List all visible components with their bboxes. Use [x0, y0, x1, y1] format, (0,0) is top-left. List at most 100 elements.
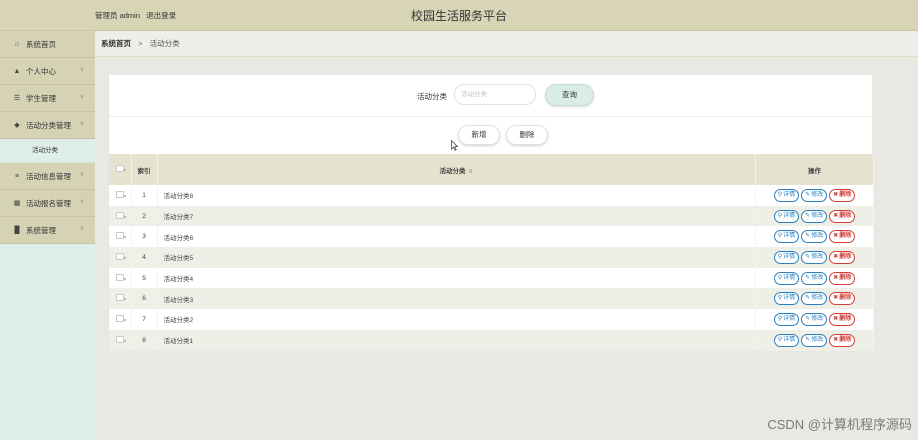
delete-button[interactable]: ✖删除 — [829, 333, 856, 347]
sidebar-item-student-management[interactable]: ☰ 学生管理 ∨ — [0, 85, 95, 112]
sidebar-subitem-category[interactable]: 活动分类 — [0, 139, 95, 163]
detail-button[interactable]: ⚲详情 — [773, 312, 800, 326]
checkbox-icon[interactable] — [115, 335, 126, 343]
header-ops: 操作 — [755, 154, 874, 185]
row-category: 活动分类1 — [157, 329, 756, 351]
delete-button[interactable]: ✖删除 — [829, 271, 856, 285]
delete-button[interactable]: ✖删除 — [829, 250, 856, 264]
close-icon: ✖ — [833, 212, 839, 219]
detail-button[interactable]: ⚲详情 — [773, 333, 800, 347]
delete-button[interactable]: ✖删除 — [829, 292, 856, 306]
checkbox-icon[interactable] — [115, 314, 126, 322]
edit-button[interactable]: ✎修改 — [801, 333, 828, 347]
search-bar: 活动分类 查询 — [109, 75, 872, 117]
chevron-down-icon: ∨ — [79, 199, 84, 205]
edit-label: 修改 — [811, 295, 824, 302]
checkbox-icon[interactable] — [115, 190, 126, 198]
sidebar-item-label: 学生管理 — [26, 93, 56, 103]
detail-label: 详情 — [783, 315, 796, 322]
sidebar-item-system[interactable]: █ 系统管理 ∨ — [0, 217, 95, 244]
batch-delete-button[interactable]: 删除 — [506, 125, 548, 145]
detail-button[interactable]: ⚲详情 — [773, 292, 800, 306]
pencil-icon: ✎ — [805, 295, 811, 302]
row-checkbox-cell[interactable] — [109, 226, 132, 248]
table-row: 4 活动分类5 ⚲详情 ✎修改 ✖删除 — [109, 247, 874, 268]
row-index: 4 — [131, 247, 158, 268]
pencil-icon: ✎ — [805, 191, 811, 198]
pencil-icon: ✎ — [805, 274, 811, 281]
row-actions: ⚲详情 ✎修改 ✖删除 — [755, 267, 874, 289]
chevron-down-icon: ∨ — [79, 226, 84, 232]
row-index: 2 — [131, 205, 158, 227]
search-icon: ⚲ — [777, 253, 783, 260]
close-icon: ✖ — [833, 274, 839, 281]
delete-button[interactable]: ✖删除 — [829, 312, 856, 326]
sidebar-item-label: 个人中心 — [26, 66, 56, 76]
edit-button[interactable]: ✎修改 — [801, 250, 828, 264]
row-checkbox-cell[interactable] — [109, 288, 132, 310]
checkbox-icon[interactable] — [115, 294, 126, 302]
checkbox-icon[interactable] — [115, 211, 126, 219]
sidebar-item-label: 活动信息管理 — [26, 171, 71, 181]
row-category: 活动分类4 — [157, 267, 756, 289]
app-title: 校园生活服务平台 — [410, 9, 507, 23]
edit-button[interactable]: ✎修改 — [801, 312, 828, 326]
delete-button[interactable]: ✖删除 — [829, 230, 856, 244]
breadcrumb-home[interactable]: 系统首页 — [101, 39, 131, 48]
row-checkbox-cell[interactable] — [109, 205, 132, 227]
row-actions: ⚲详情 ✎修改 ✖删除 — [755, 226, 874, 248]
edit-button[interactable]: ✎修改 — [801, 271, 828, 285]
row-checkbox-cell[interactable] — [109, 247, 132, 268]
detail-label: 详情 — [783, 253, 796, 260]
checkbox-icon[interactable] — [115, 165, 126, 172]
row-checkbox-cell[interactable] — [109, 267, 132, 289]
row-index: 1 — [131, 185, 158, 206]
checkbox-icon[interactable] — [115, 232, 126, 240]
row-checkbox-cell[interactable] — [109, 185, 132, 206]
row-checkbox-cell[interactable] — [109, 329, 132, 351]
header-select-all[interactable] — [109, 154, 132, 185]
detail-button[interactable]: ⚲详情 — [773, 188, 800, 202]
search-icon: ⚲ — [777, 212, 783, 219]
row-checkbox-cell[interactable] — [109, 309, 132, 330]
table-row: 8 活动分类1 ⚲详情 ✎修改 ✖删除 — [109, 329, 874, 351]
sidebar-item-personal-center[interactable]: ▲ 个人中心 ∨ — [0, 58, 95, 85]
delete-button[interactable]: ✖删除 — [829, 188, 856, 202]
sort-icon[interactable]: ⇅ — [468, 169, 473, 175]
bank-icon: ▦ — [13, 200, 21, 207]
pencil-icon: ✎ — [805, 315, 811, 322]
delete-button[interactable]: ✖删除 — [829, 209, 856, 223]
edit-button[interactable]: ✎修改 — [801, 209, 828, 223]
sidebar-item-home[interactable]: ⌂ 系统首页 — [0, 31, 95, 58]
query-button[interactable]: 查询 — [545, 84, 594, 106]
search-icon: ⚲ — [777, 191, 783, 198]
edit-button[interactable]: ✎修改 — [801, 188, 828, 202]
checkbox-icon[interactable] — [115, 252, 126, 260]
detail-button[interactable]: ⚲详情 — [773, 250, 800, 264]
sidebar-item-registration[interactable]: ▦ 活动报名管理 ∨ — [0, 190, 95, 217]
close-icon: ✖ — [833, 191, 839, 198]
sidebar-item-label: 系统首页 — [26, 39, 56, 49]
row-actions: ⚲详情 ✎修改 ✖删除 — [755, 185, 874, 206]
pencil-icon: ✎ — [805, 336, 811, 343]
edit-button[interactable]: ✎修改 — [801, 230, 828, 244]
sidebar-item-activity-info[interactable]: ≡ 活动信息管理 ∨ — [0, 163, 95, 190]
chevron-down-icon: ∨ — [79, 94, 84, 100]
edit-label: 修改 — [811, 274, 824, 281]
close-icon: ✖ — [833, 233, 839, 240]
detail-button[interactable]: ⚲详情 — [773, 271, 800, 285]
search-input[interactable] — [454, 84, 536, 105]
row-index: 6 — [131, 288, 158, 310]
checkbox-icon[interactable] — [115, 273, 126, 281]
table-row: 5 活动分类4 ⚲详情 ✎修改 ✖删除 — [109, 267, 874, 289]
add-button[interactable]: 新增 — [458, 125, 500, 145]
detail-button[interactable]: ⚲详情 — [773, 230, 800, 244]
delete-label: 删除 — [839, 191, 852, 198]
sidebar-item-category-management[interactable]: ◆ 活动分类管理 ∧ — [0, 112, 95, 139]
search-icon: ⚲ — [777, 295, 783, 302]
row-actions: ⚲详情 ✎修改 ✖删除 — [755, 329, 874, 351]
edit-label: 修改 — [811, 315, 824, 322]
edit-button[interactable]: ✎修改 — [801, 292, 828, 306]
header-category[interactable]: 活动分类 ⇅ — [157, 154, 756, 185]
detail-button[interactable]: ⚲详情 — [773, 209, 800, 223]
